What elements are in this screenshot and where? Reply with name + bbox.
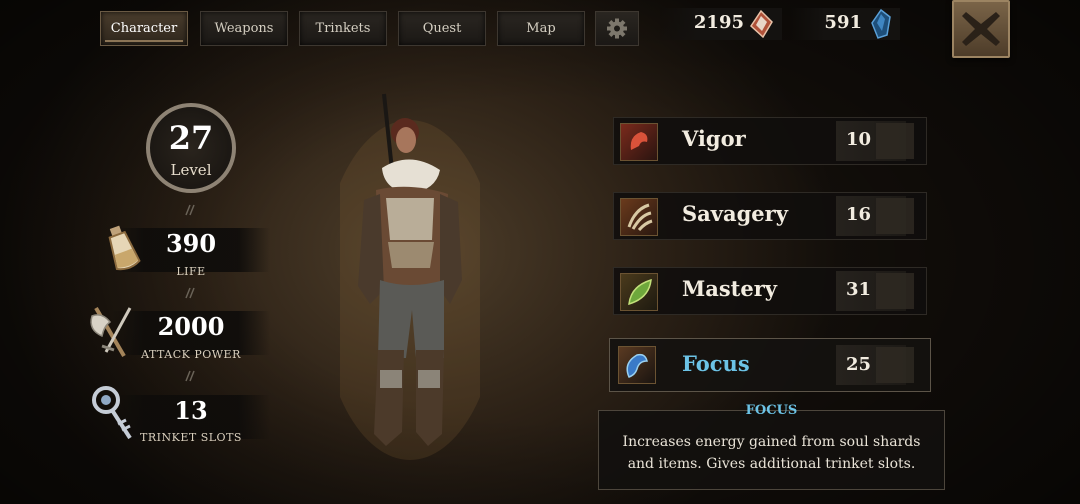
settings-button[interactable]: [595, 11, 639, 46]
description-text: Increases energy gained from soul shards…: [622, 434, 921, 472]
potion-icon: [108, 225, 141, 271]
tab-character[interactable]: Character: [100, 11, 188, 46]
focus-icon: [618, 346, 656, 384]
stat-attack-label: ATTACK POWER: [141, 348, 241, 361]
tab-weapons-label: Weapons: [214, 21, 274, 36]
tab-map-label: Map: [526, 21, 556, 36]
mastery-leaf-icon: [620, 273, 658, 311]
attribute-row-mastery[interactable]: Mastery 31: [613, 267, 927, 315]
stat-attack-value: 2000: [157, 312, 225, 341]
level-number: 27: [168, 119, 214, 157]
attribute-value: 16: [846, 204, 872, 225]
soul-shard-icon: [750, 10, 773, 38]
vigor-icon: [620, 123, 658, 161]
description-title: FOCUS: [745, 403, 798, 418]
attribute-end-box: [876, 198, 914, 234]
connector-dash: [185, 204, 195, 216]
attribute-name: Focus: [682, 351, 750, 376]
souls-counter: 2195: [660, 8, 782, 40]
souls-value: 2195: [693, 12, 744, 33]
attribute-row-savagery[interactable]: Savagery 16: [613, 192, 927, 240]
attribute-value: 31: [846, 279, 872, 300]
tab-map[interactable]: Map: [497, 11, 585, 46]
character-figure: [340, 93, 480, 460]
tab-trinkets-label: Trinkets: [315, 21, 371, 36]
close-button[interactable]: [952, 0, 1010, 58]
vigor-glyph: [630, 132, 648, 150]
tab-quest-label: Quest: [422, 21, 462, 36]
tab-quest[interactable]: Quest: [398, 11, 486, 46]
gems-counter: 591: [790, 8, 900, 40]
blue-gem-icon: [871, 9, 891, 39]
stat-trinket-label: TRINKET SLOTS: [140, 431, 242, 444]
gems-value: 591: [824, 12, 862, 33]
level-label: Level: [170, 161, 212, 179]
claw-glyph: [627, 203, 653, 231]
level-badge: 27 Level: [146, 103, 236, 193]
close-x-icon: [962, 12, 1000, 46]
attribute-value: 10: [846, 129, 872, 150]
attribute-name: Savagery: [682, 201, 788, 226]
savagery-claw-icon: [620, 198, 658, 236]
leaf-glyph: [628, 278, 652, 306]
attribute-row-vigor[interactable]: Vigor 10: [613, 117, 927, 165]
attribute-description-panel: FOCUS Increases energy gained from soul …: [598, 403, 945, 490]
tab-weapons[interactable]: Weapons: [200, 11, 288, 46]
trinket-icon: [92, 386, 132, 440]
gear-icon: [607, 18, 627, 39]
focus-glyph: [626, 353, 648, 378]
attribute-name: Mastery: [682, 276, 778, 301]
tab-trinkets[interactable]: Trinkets: [299, 11, 387, 46]
stat-trinket-value: 13: [174, 396, 208, 425]
attribute-end-box: [876, 347, 914, 383]
axe-sword-icon: [90, 306, 132, 358]
attribute-end-box: [876, 123, 914, 159]
attribute-row-focus[interactable]: Focus 25: [609, 338, 931, 392]
attribute-end-box: [876, 273, 914, 309]
tab-character-label: Character: [110, 21, 178, 36]
connector-dash: [185, 370, 195, 382]
connector-dash: [185, 287, 195, 299]
attribute-value: 25: [846, 354, 872, 375]
attribute-name: Vigor: [682, 126, 746, 151]
